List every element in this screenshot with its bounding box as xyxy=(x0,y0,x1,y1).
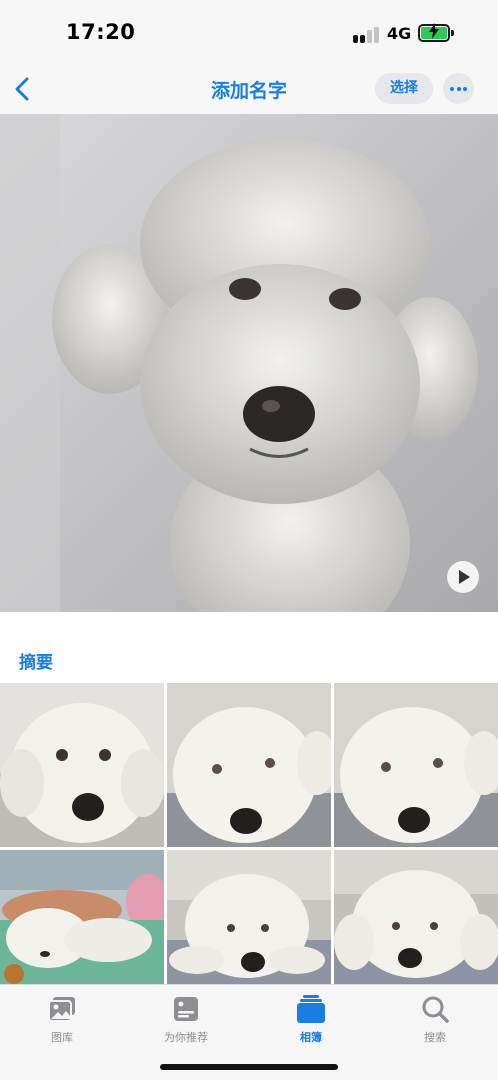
tab-label: 搜索 xyxy=(424,1031,446,1044)
play-button[interactable] xyxy=(447,561,479,593)
tab-for-you[interactable]: 为你推荐 xyxy=(124,991,248,1045)
select-button[interactable]: 选择 xyxy=(375,73,433,104)
featured-photo[interactable] xyxy=(0,114,498,612)
summary-heading: 摘要 xyxy=(19,653,53,673)
photo-thumbnail[interactable] xyxy=(167,683,331,847)
albums-icon xyxy=(297,995,325,1023)
play-icon xyxy=(459,570,470,584)
more-button[interactable] xyxy=(443,73,474,104)
status-time: 17:20 xyxy=(66,20,136,44)
status-bar: 17:20 4G xyxy=(0,0,498,64)
tab-search[interactable]: 搜索 xyxy=(373,991,497,1045)
photo-library-icon xyxy=(48,997,75,1022)
nav-bar: 添加名字 选择 xyxy=(0,64,498,114)
search-icon xyxy=(422,996,449,1023)
battery-charging-icon xyxy=(418,23,454,42)
photo-thumbnail[interactable] xyxy=(334,683,498,847)
tab-label: 相簿 xyxy=(300,1031,322,1044)
home-indicator xyxy=(160,1064,338,1070)
cellular-signal-icon xyxy=(353,27,379,43)
photo-thumbnail[interactable] xyxy=(167,850,331,984)
tab-library[interactable]: 图库 xyxy=(0,991,124,1045)
for-you-icon xyxy=(174,997,198,1021)
poodle-photo xyxy=(0,114,498,612)
photo-thumbnail[interactable] xyxy=(334,850,498,984)
tab-label: 图库 xyxy=(51,1031,73,1044)
tab-albums[interactable]: 相簿 xyxy=(249,991,373,1045)
tab-label: 为你推荐 xyxy=(164,1031,208,1044)
network-type: 4G xyxy=(387,24,412,43)
photo-thumbnail[interactable] xyxy=(0,683,164,847)
photo-thumbnail[interactable] xyxy=(0,850,164,984)
